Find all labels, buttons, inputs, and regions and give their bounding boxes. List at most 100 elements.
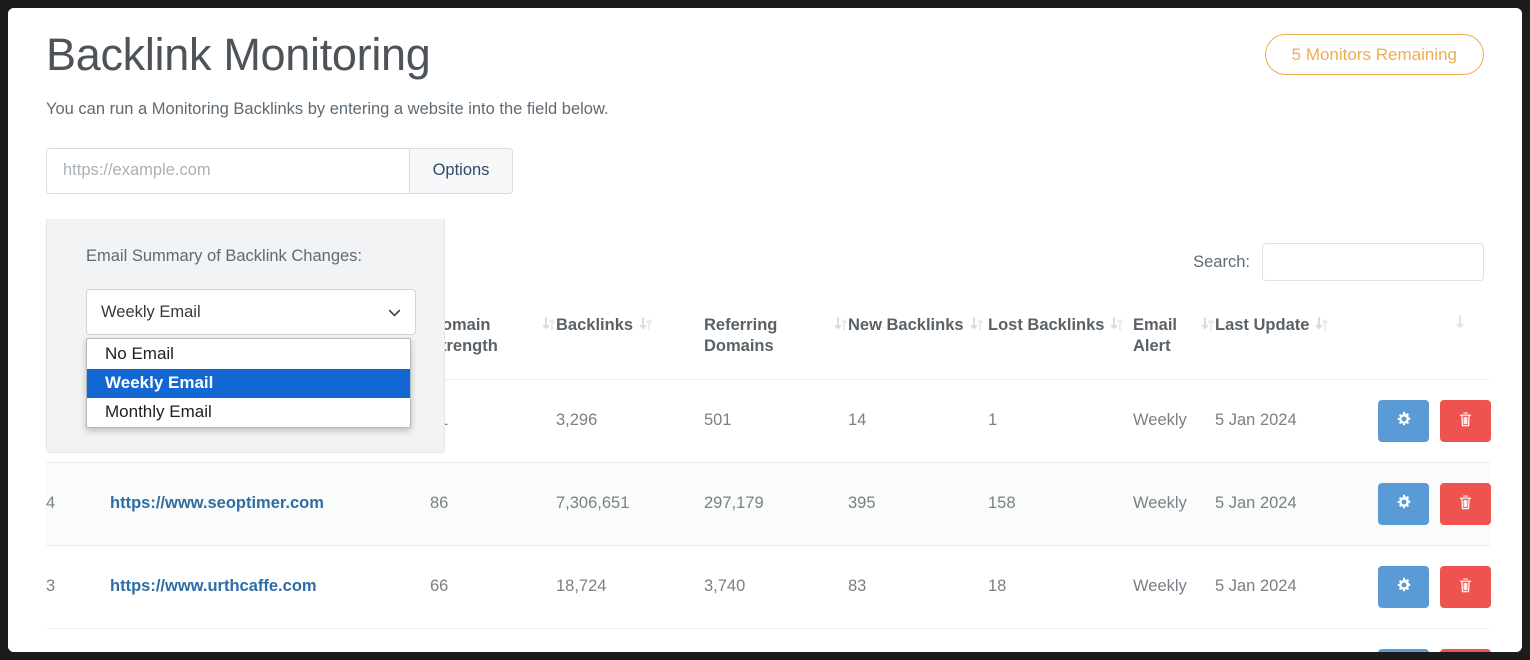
delete-button[interactable] (1440, 566, 1491, 608)
cell-backlinks: 7,306,651 (556, 462, 704, 545)
cell-last-update: 5 Jan 2024 (1215, 628, 1378, 652)
website-url-input[interactable] (46, 148, 409, 194)
cell-lost-backlinks: 66 (988, 628, 1133, 652)
page-root: Backlink Monitoring 5 Monitors Remaining… (8, 8, 1522, 652)
page-content: Backlink Monitoring 5 Monitors Remaining… (8, 8, 1522, 194)
table-row[interactable]: 3 https://www.urthcaffe.com 66 18,724 3,… (46, 545, 1490, 628)
cell-backlinks: 133,685 (556, 628, 704, 652)
options-panel: Email Summary of Backlink Changes: Weekl… (46, 219, 445, 453)
chevron-down-icon (388, 306, 401, 319)
col-header-backlinks[interactable]: Backlinks (556, 305, 704, 379)
email-summary-selected-value: Weekly Email (101, 303, 201, 322)
sort-icon (1201, 316, 1215, 332)
col-header-email-alert[interactable]: Email Alert (1133, 305, 1215, 379)
cell-backlinks: 3,296 (556, 379, 704, 462)
col-header-new-backlinks-label: New Backlinks (848, 315, 964, 336)
delete-button[interactable] (1440, 400, 1491, 442)
cell-email-alert: Weekly (1133, 545, 1215, 628)
monitors-remaining-badge: 5 Monitors Remaining (1265, 34, 1484, 75)
sort-icon (639, 316, 653, 332)
table-search: Search: (1193, 243, 1484, 281)
search-label: Search: (1193, 253, 1250, 272)
cell-new-backlinks: 83 (848, 545, 988, 628)
cell-domain-strength: 66 (430, 545, 556, 628)
col-header-referring-domains-label: Referring Domains (704, 315, 828, 357)
website-link[interactable]: https://www.seoptimer.com (110, 494, 324, 512)
table-row[interactable]: 2 https://www.vervecoffee.com 73 133,685… (46, 628, 1490, 652)
delete-button[interactable] (1440, 483, 1491, 525)
cell-last-update: 5 Jan 2024 (1215, 545, 1378, 628)
cell-website[interactable]: https://www.urthcaffe.com (110, 545, 430, 628)
col-header-last-update[interactable]: Last Update (1215, 305, 1378, 379)
options-button[interactable]: Options (409, 148, 513, 194)
col-header-email-alert-label: Email Alert (1133, 315, 1195, 357)
col-header-backlinks-label: Backlinks (556, 315, 633, 336)
cell-last-update: 5 Jan 2024 (1215, 462, 1378, 545)
col-header-domain-strength[interactable]: Domain Strength (430, 305, 556, 379)
cell-index: 3 (46, 545, 110, 628)
dropdown-option-weekly-email[interactable]: Weekly Email (87, 369, 410, 398)
table-row[interactable]: 4 https://www.seoptimer.com 86 7,306,651… (46, 462, 1490, 545)
cell-last-update: 5 Jan 2024 (1215, 379, 1378, 462)
col-header-lost-backlinks-label: Lost Backlinks (988, 315, 1104, 336)
cell-actions (1378, 462, 1490, 545)
email-summary-label: Email Summary of Backlink Changes: (86, 247, 444, 266)
cell-index: 2 (46, 628, 110, 652)
cell-referring-domains: 501 (704, 379, 848, 462)
cell-actions (1378, 379, 1490, 462)
cell-domain-strength: 51 (430, 379, 556, 462)
dropdown-option-monthly-email[interactable]: Monthly Email (87, 398, 410, 427)
cell-domain-strength: 73 (430, 628, 556, 652)
browser-frame: Backlink Monitoring 5 Monitors Remaining… (8, 8, 1522, 652)
cell-actions (1378, 628, 1490, 652)
cell-email-alert: Weekly (1133, 462, 1215, 545)
trash-icon (1458, 411, 1473, 431)
settings-button[interactable] (1378, 649, 1429, 652)
col-header-last-update-label: Last Update (1215, 315, 1309, 336)
col-header-domain-strength-label: Domain Strength (430, 315, 536, 357)
sort-icon (542, 316, 556, 332)
page-subtitle: You can run a Monitoring Backlinks by en… (46, 100, 1484, 119)
cell-referring-domains: 297,179 (704, 462, 848, 545)
email-summary-dropdown-list[interactable]: No Email Weekly Email Monthly Email (86, 338, 411, 428)
dropdown-option-no-email[interactable]: No Email (87, 340, 410, 369)
url-form-row: Options (46, 148, 516, 194)
settings-button[interactable] (1378, 400, 1429, 442)
cell-email-alert: Weekly (1133, 379, 1215, 462)
cell-website[interactable]: https://www.vervecoffee.com (110, 628, 430, 652)
trash-icon (1458, 494, 1473, 514)
cell-backlinks: 18,724 (556, 545, 704, 628)
cell-email-alert: Weekly (1133, 628, 1215, 652)
cell-new-backlinks: 395 (848, 462, 988, 545)
cell-lost-backlinks: 18 (988, 545, 1133, 628)
col-header-referring-domains[interactable]: Referring Domains (704, 305, 848, 379)
website-link[interactable]: https://www.urthcaffe.com (110, 577, 317, 595)
email-summary-select[interactable]: Weekly Email (86, 289, 416, 335)
col-header-new-backlinks[interactable]: New Backlinks (848, 305, 988, 379)
cell-lost-backlinks: 1 (988, 379, 1133, 462)
gear-icon (1396, 577, 1412, 596)
cell-domain-strength: 86 (430, 462, 556, 545)
cell-referring-domains: 2,981 (704, 628, 848, 652)
cell-index: 4 (46, 462, 110, 545)
col-header-lost-backlinks[interactable]: Lost Backlinks (988, 305, 1133, 379)
cell-website[interactable]: https://www.seoptimer.com (110, 462, 430, 545)
trash-icon (1458, 577, 1473, 597)
settings-button[interactable] (1378, 483, 1429, 525)
sort-icon (1315, 316, 1329, 332)
cell-referring-domains: 3,740 (704, 545, 848, 628)
sort-icon (970, 316, 984, 332)
search-input[interactable] (1262, 243, 1484, 281)
col-header-actions (1378, 305, 1490, 379)
dropdown-options: No Email Weekly Email Monthly Email (87, 340, 410, 426)
cell-actions (1378, 545, 1490, 628)
sort-icon (1110, 316, 1124, 332)
gear-icon (1396, 494, 1412, 513)
cell-new-backlinks: 14 (848, 379, 988, 462)
sort-icon (834, 316, 848, 332)
settings-button[interactable] (1378, 566, 1429, 608)
gear-icon (1396, 411, 1412, 430)
delete-button[interactable] (1440, 649, 1491, 652)
cell-new-backlinks: 1,422 (848, 628, 988, 652)
cell-lost-backlinks: 158 (988, 462, 1133, 545)
